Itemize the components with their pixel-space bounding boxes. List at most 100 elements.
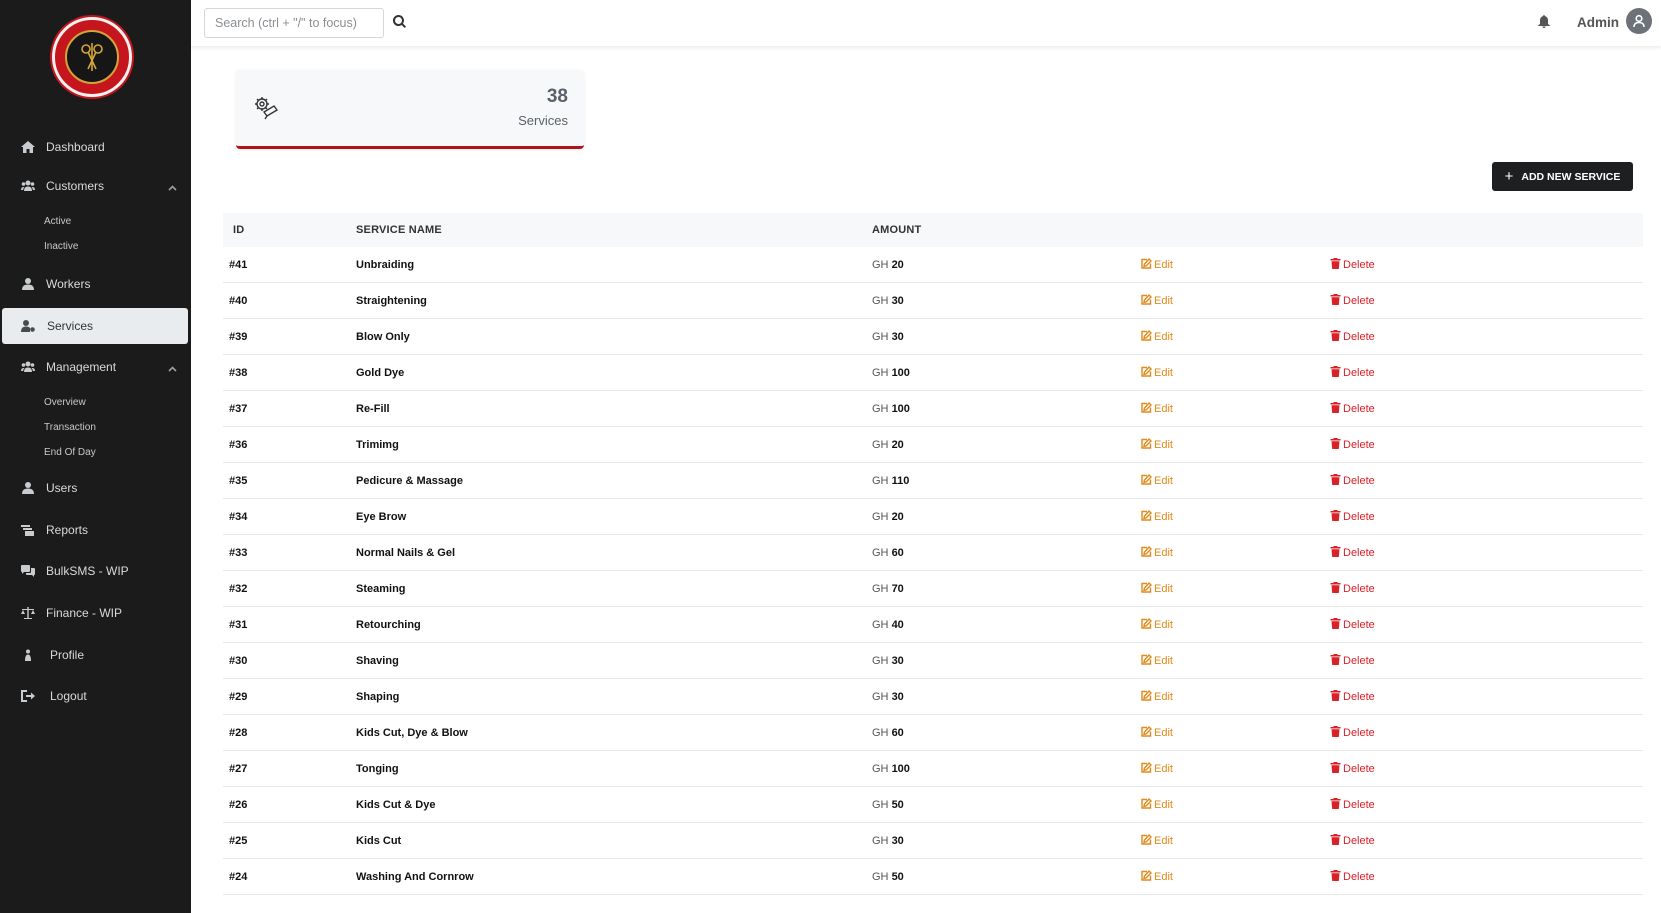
sidebar-item-services[interactable]: Services bbox=[2, 308, 188, 344]
edit-button[interactable]: Edit bbox=[1141, 437, 1173, 452]
edit-button[interactable]: Edit bbox=[1141, 401, 1173, 416]
edit-button[interactable]: Edit bbox=[1141, 473, 1173, 488]
currency-label: GH bbox=[872, 835, 889, 847]
edit-label: Edit bbox=[1154, 295, 1173, 307]
sidebar-item-profile[interactable]: Profile bbox=[0, 637, 191, 673]
sidebar-item-label: Workers bbox=[46, 277, 91, 291]
sidebar-subitem-overview[interactable]: Overview bbox=[44, 397, 86, 408]
sidebar-item-label: Finance - WIP bbox=[46, 606, 123, 620]
delete-button[interactable]: Delete bbox=[1330, 654, 1375, 668]
chevron-up-icon[interactable] bbox=[168, 363, 177, 372]
service-name: Shaping bbox=[356, 691, 400, 703]
delete-button[interactable]: Delete bbox=[1330, 690, 1375, 704]
table-row: #33 Normal Nails & Gel GH 60 Edit Delete bbox=[223, 535, 1643, 571]
delete-button[interactable]: Delete bbox=[1330, 438, 1375, 452]
delete-button[interactable]: Delete bbox=[1330, 726, 1375, 740]
table-row: #39 Blow Only GH 30 Edit Delete bbox=[223, 319, 1643, 355]
sidebar-item-dashboard[interactable]: Dashboard bbox=[0, 129, 191, 165]
sidebar-item-management[interactable]: Management bbox=[0, 349, 191, 385]
delete-button[interactable]: Delete bbox=[1330, 402, 1375, 416]
delete-button[interactable]: Delete bbox=[1330, 510, 1375, 524]
column-header-service-name[interactable]: SERVICE NAME bbox=[356, 224, 442, 236]
sidebar-subitem-inactive[interactable]: Inactive bbox=[44, 241, 78, 252]
service-amount: GH 30 bbox=[872, 295, 904, 307]
sidebar-item-workers[interactable]: Workers bbox=[0, 266, 191, 302]
table-row: #31 Retourching GH 40 Edit Delete bbox=[223, 607, 1643, 643]
delete-button[interactable]: Delete bbox=[1330, 330, 1375, 344]
service-id: #29 bbox=[229, 691, 248, 703]
home-icon bbox=[20, 140, 36, 154]
table-row: #30 Shaving GH 30 Edit Delete bbox=[223, 643, 1643, 679]
amount-value: 70 bbox=[891, 583, 904, 595]
delete-button[interactable]: Delete bbox=[1330, 762, 1375, 776]
column-header-id[interactable]: ID bbox=[233, 224, 244, 236]
edit-button[interactable]: Edit bbox=[1141, 833, 1173, 848]
edit-icon bbox=[1141, 365, 1152, 380]
logo-emblem bbox=[65, 30, 119, 84]
edit-button[interactable]: Edit bbox=[1141, 545, 1173, 560]
service-amount: GH 20 bbox=[872, 511, 904, 523]
table-row: #36 Trimimg GH 20 Edit Delete bbox=[223, 427, 1643, 463]
add-new-service-button[interactable]: + ADD NEW SERVICE bbox=[1492, 162, 1633, 191]
user-icon bbox=[20, 481, 36, 495]
edit-button[interactable]: Edit bbox=[1141, 257, 1173, 272]
edit-button[interactable]: Edit bbox=[1141, 797, 1173, 812]
edit-button[interactable]: Edit bbox=[1141, 617, 1173, 632]
service-id: #34 bbox=[229, 511, 248, 523]
edit-label: Edit bbox=[1154, 547, 1173, 559]
column-header-amount[interactable]: AMOUNT bbox=[872, 224, 921, 236]
delete-button[interactable]: Delete bbox=[1330, 798, 1375, 812]
service-amount: GH 50 bbox=[872, 799, 904, 811]
delete-button[interactable]: Delete bbox=[1330, 834, 1375, 848]
delete-button[interactable]: Delete bbox=[1330, 258, 1375, 272]
service-name: Trimimg bbox=[356, 439, 399, 451]
delete-button[interactable]: Delete bbox=[1330, 366, 1375, 380]
edit-icon bbox=[1141, 509, 1152, 524]
sidebar-subitem-active[interactable]: Active bbox=[44, 216, 71, 227]
delete-button[interactable]: Delete bbox=[1330, 546, 1375, 560]
sidebar-item-finance[interactable]: Finance - WIP bbox=[0, 595, 191, 631]
bell-icon[interactable] bbox=[1538, 15, 1552, 29]
delete-button[interactable]: Delete bbox=[1330, 474, 1375, 488]
delete-label: Delete bbox=[1343, 511, 1375, 523]
edit-button[interactable]: Edit bbox=[1141, 329, 1173, 344]
amount-value: 60 bbox=[891, 727, 904, 739]
edit-button[interactable]: Edit bbox=[1141, 581, 1173, 596]
person-icon bbox=[20, 648, 36, 662]
edit-icon bbox=[1141, 545, 1152, 560]
search-input[interactable] bbox=[204, 8, 384, 38]
edit-label: Edit bbox=[1154, 655, 1173, 667]
currency-label: GH bbox=[872, 619, 889, 631]
edit-button[interactable]: Edit bbox=[1141, 869, 1173, 884]
delete-button[interactable]: Delete bbox=[1330, 618, 1375, 632]
edit-button[interactable]: Edit bbox=[1141, 509, 1173, 524]
user-name[interactable]: Admin bbox=[1577, 15, 1619, 30]
edit-button[interactable]: Edit bbox=[1141, 725, 1173, 740]
amount-value: 20 bbox=[891, 511, 904, 523]
edit-button[interactable]: Edit bbox=[1141, 653, 1173, 668]
edit-button[interactable]: Edit bbox=[1141, 761, 1173, 776]
delete-button[interactable]: Delete bbox=[1330, 582, 1375, 596]
edit-button[interactable]: Edit bbox=[1141, 293, 1173, 308]
service-name: Kids Cut bbox=[356, 835, 402, 847]
sidebar-item-users[interactable]: Users bbox=[0, 470, 191, 506]
edit-label: Edit bbox=[1154, 871, 1173, 883]
service-name: Eye Brow bbox=[356, 511, 407, 523]
edit-button[interactable]: Edit bbox=[1141, 365, 1173, 380]
avatar[interactable] bbox=[1626, 8, 1652, 34]
delete-label: Delete bbox=[1343, 835, 1375, 847]
sidebar-subitem-end-of-day[interactable]: End Of Day bbox=[44, 447, 96, 458]
edit-label: Edit bbox=[1154, 511, 1173, 523]
sidebar-subitem-transaction[interactable]: Transaction bbox=[44, 422, 96, 433]
delete-button[interactable]: Delete bbox=[1330, 294, 1375, 308]
sidebar-item-logout[interactable]: Logout bbox=[0, 678, 191, 714]
sidebar-item-bulksms[interactable]: BulkSMS - WIP bbox=[0, 553, 191, 589]
chevron-up-icon[interactable] bbox=[168, 182, 177, 191]
sidebar-item-reports[interactable]: Reports bbox=[0, 512, 191, 548]
sidebar-item-customers[interactable]: Customers bbox=[0, 168, 191, 204]
delete-button[interactable]: Delete bbox=[1330, 870, 1375, 884]
salon-logo[interactable] bbox=[52, 17, 132, 97]
search-icon[interactable] bbox=[392, 14, 407, 29]
currency-label: GH bbox=[872, 403, 889, 415]
edit-button[interactable]: Edit bbox=[1141, 689, 1173, 704]
